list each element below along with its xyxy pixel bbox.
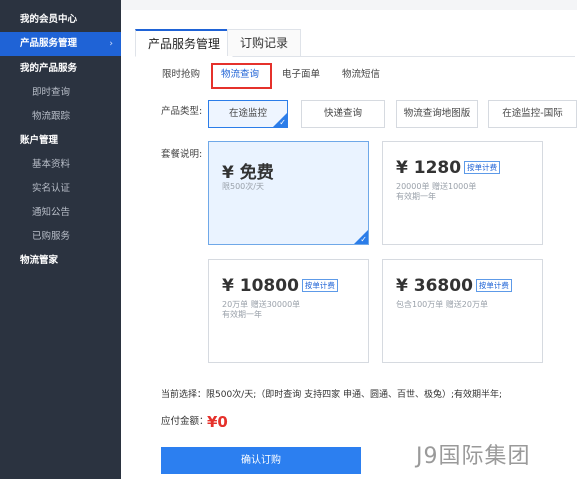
sidebar-section-account[interactable]: 账户管理: [0, 129, 121, 153]
sidebar-item-label: 已购服务: [32, 231, 71, 242]
currency-symbol: ¥: [222, 163, 234, 183]
watermark: J9国际集团: [416, 444, 531, 469]
check-icon: ✓: [360, 235, 367, 244]
type-option-express-query[interactable]: 快递查询: [301, 100, 385, 128]
sidebar-item-purchased[interactable]: 已购服务: [0, 225, 121, 249]
sidebar-item-label: 通知公告: [32, 207, 71, 218]
type-option-label: 在途监控-国际: [502, 108, 563, 119]
sidebar-item-label: 账户管理: [20, 135, 59, 146]
sidebar-item-label: 我的会员中心: [20, 14, 78, 25]
plan-price-value: 36800: [413, 276, 473, 296]
billing-badge: 按单计费: [475, 279, 512, 292]
plan-card-10800[interactable]: ¥ 10800 按单计费 20万单 赠送30000单 有效期一年: [208, 259, 369, 363]
type-option-international[interactable]: 在途监控-国际: [488, 100, 577, 128]
sidebar-section-my-products[interactable]: 我的产品服务: [0, 57, 121, 81]
plan-card-36800[interactable]: ¥ 36800 按单计费 包含100万单 赠送20万单: [382, 259, 543, 363]
payable-amount: ¥0: [207, 413, 228, 431]
plan-price: ¥ 10800 按单计费: [222, 276, 338, 296]
currency-symbol: ¥: [396, 276, 408, 296]
type-option-map-query[interactable]: 物流查询地图版: [396, 100, 478, 128]
plan-price-value: 免费: [239, 163, 274, 183]
highlight-box: [211, 63, 272, 89]
sidebar-item-label: 基本资料: [32, 159, 71, 170]
top-strip: [121, 0, 577, 10]
currency-symbol: ¥: [396, 158, 408, 178]
plan-price-value: 1280: [413, 158, 462, 178]
plan-desc-line: 有效期一年: [396, 192, 436, 201]
subtab-logistics-sms[interactable]: 物流短信: [342, 68, 380, 82]
type-option-label: 物流查询地图版: [403, 108, 471, 119]
sidebar-item-label: 物流跟踪: [32, 111, 71, 122]
plan-price: ¥ 36800 按单计费: [396, 276, 512, 296]
plan-desc-line: 限500次/天: [222, 182, 264, 191]
tab-product-service-management[interactable]: 产品服务管理: [135, 29, 234, 57]
billing-badge: 按单计费: [464, 161, 501, 174]
sidebar-member-center[interactable]: 我的会员中心: [0, 8, 121, 32]
sidebar-item-real-name[interactable]: 实名认证: [0, 177, 121, 201]
plan-desc-line: 包含100万单 赠送20万单: [396, 300, 488, 309]
payable-label: 应付金额：: [161, 416, 209, 427]
subtab-flash-sale[interactable]: 限时抢购: [162, 68, 200, 82]
sidebar-section-logistics-manager[interactable]: 物流管家: [0, 249, 121, 273]
plan-card-free[interactable]: ¥ 免费 限500次/天 ✓: [208, 141, 369, 245]
plan-price-value: 10800: [239, 276, 299, 296]
plan-card-1280[interactable]: ¥ 1280 按单计费 20000单 赠送1000单 有效期一年: [382, 141, 543, 245]
product-type-label: 产品类型:: [161, 106, 203, 117]
sidebar-item-label: 实名认证: [32, 183, 71, 194]
tab-bar: 产品服务管理 订购记录: [135, 29, 575, 57]
sidebar-item-label: 产品服务管理: [20, 38, 78, 49]
billing-badge: 按单计费: [301, 279, 338, 292]
chevron-right-icon: ›: [109, 39, 113, 49]
main-content: 产品服务管理 订购记录 限时抢购 物流查询 电子面单 物流短信 产品类型: 在途…: [121, 0, 577, 479]
tab-order-records[interactable]: 订购记录: [227, 29, 302, 56]
type-option-label: 快递查询: [323, 108, 362, 119]
plan-desc-line: 有效期一年: [222, 310, 262, 319]
plan-price: ¥ 免费: [222, 158, 274, 183]
confirm-order-button[interactable]: 确认订购: [161, 447, 361, 474]
sidebar-item-logistics-tracking[interactable]: 物流跟踪: [0, 105, 121, 129]
plan-desc-line: 20000单 赠送1000单: [396, 182, 477, 191]
check-icon: ✓: [279, 118, 286, 127]
sidebar-item-notices[interactable]: 通知公告: [0, 201, 121, 225]
subtab-bar: 限时抢购 物流查询 电子面单 物流短信: [121, 68, 561, 84]
sidebar-item-label: 物流管家: [20, 255, 59, 266]
subtab-e-waybill[interactable]: 电子面单: [282, 68, 320, 82]
plan-desc-line: 20万单 赠送30000单: [222, 300, 301, 309]
current-selection-text: 当前选择：限500次/天;（即时查询 支持四家 申通、圆通、百世、极兔）;有效期…: [161, 390, 503, 400]
plan-price: ¥ 1280 按单计费: [396, 158, 501, 178]
plan-desc-label: 套餐说明:: [161, 149, 203, 160]
sidebar-item-basic-info[interactable]: 基本资料: [0, 153, 121, 177]
sidebar: 我的会员中心 产品服务管理 › 我的产品服务 即时查询 物流跟踪 账户管理 基本资…: [0, 0, 121, 479]
sidebar-item-label: 我的产品服务: [20, 63, 78, 74]
sidebar-item-product-service-management[interactable]: 产品服务管理 ›: [0, 32, 121, 56]
sidebar-item-instant-query[interactable]: 即时查询: [0, 81, 121, 105]
sidebar-item-label: 即时查询: [32, 87, 71, 98]
currency-symbol: ¥: [222, 276, 234, 296]
type-option-in-transit-monitor[interactable]: 在途监控 ✓: [208, 100, 288, 128]
type-option-label: 在途监控: [228, 108, 267, 119]
